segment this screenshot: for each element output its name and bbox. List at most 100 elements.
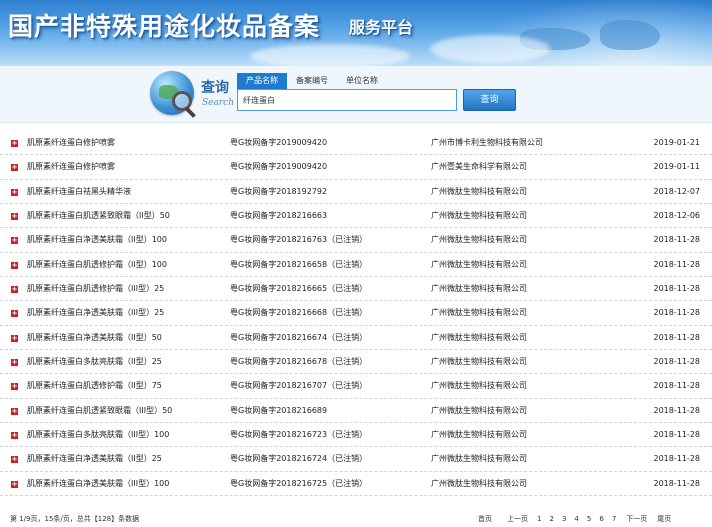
record-date: 2018-11-28	[653, 405, 701, 415]
first-page-link[interactable]: 首页	[478, 511, 492, 527]
record-date: 2018-11-28	[653, 478, 701, 488]
product-name-link[interactable]: 肌原素纤连蛋白修护喷雾	[27, 131, 115, 155]
company-name: 广州微肽生物科技有限公司	[431, 211, 527, 221]
table-row[interactable]: + 肌原素纤连蛋白净透美肤霜（III型）25 粤G妆网备字2018216668（已注…	[0, 301, 712, 326]
search-input[interactable]	[237, 89, 457, 111]
record-number: 粤G妆网备字2018216663	[230, 211, 328, 221]
table-row[interactable]: + 肌原素纤连蛋白祛黑头精华液 粤G妆网备字2018192792 广州微肽生物科技有限…	[0, 180, 712, 205]
pagination-info: 第 1/9页，15条/页，总共【128】条数据	[10, 515, 140, 523]
table-row[interactable]: + 肌原素纤连蛋白肌透紧致眼霜（III型）50 粤G妆网备字2018216689 广州…	[0, 399, 712, 424]
expand-plus-icon[interactable]: +	[11, 261, 18, 269]
table-row[interactable]: + 肌原素纤连蛋白修护喷雾 粤G妆网备字2019009420 广州市博卡利生物科技有限…	[0, 131, 712, 156]
record-number: 粤G妆网备字2019009420	[230, 162, 328, 172]
table-row[interactable]: + 肌原素纤连蛋白净透美肤霜（III型）100 粤G妆网备字2018216725（已…	[0, 472, 712, 497]
page-link-2[interactable]: 2	[549, 511, 553, 527]
product-name-link[interactable]: 肌原素纤连蛋白多肽亮肤霜（III型）100	[27, 423, 169, 447]
record-number: 粤G妆网备字2018216725（已注销）	[230, 478, 368, 488]
expand-plus-icon[interactable]: +	[11, 188, 18, 196]
record-date: 2019-01-11	[653, 162, 701, 172]
product-name-link[interactable]: 肌原素纤连蛋白净透美肤霜（II型）50	[27, 326, 162, 350]
record-date: 2019-01-21	[653, 138, 701, 147]
record-date: 2018-11-28	[653, 235, 701, 245]
product-name-link[interactable]: 肌原素纤连蛋白净透美肤霜（II型）25	[27, 447, 162, 471]
expand-plus-icon[interactable]: +	[11, 213, 18, 221]
table-row[interactable]: + 肌原素纤连蛋白净透美肤霜（II型）25 粤G妆网备字2018216724（已注销…	[0, 447, 712, 472]
expand-plus-icon[interactable]: +	[11, 432, 18, 440]
pager: 首页 上一页 1 2 3 4 5 6 7 下一页 尾页	[478, 511, 671, 527]
expand-plus-icon[interactable]: +	[11, 237, 18, 245]
cloud-decoration	[430, 35, 550, 63]
tab-product-name[interactable]: 产品名称	[237, 73, 287, 89]
expand-plus-icon[interactable]: +	[11, 310, 18, 318]
company-name: 广州微肽生物科技有限公司	[431, 284, 527, 294]
expand-plus-icon[interactable]: +	[11, 456, 18, 464]
record-date: 2018-11-28	[653, 259, 701, 269]
record-number: 粤G妆网备字2018216707（已注销）	[230, 381, 368, 391]
table-row[interactable]: + 肌原素纤连蛋白多肽亮肤霜（III型）100 粤G妆网备字2018216723（已…	[0, 423, 712, 448]
record-date: 2018-11-28	[653, 332, 701, 342]
prev-page-link[interactable]: 上一页	[507, 511, 528, 527]
search-tabs: 产品名称 备案编号 单位名称	[237, 73, 387, 89]
product-name-link[interactable]: 肌原素纤连蛋白净透美肤霜（III型）25	[27, 301, 164, 325]
product-name-link[interactable]: 肌原素纤连蛋白修护喷雾	[27, 155, 115, 179]
table-row[interactable]: + 肌原素纤连蛋白肌透紧致眼霜（II型）50 粤G妆网备字2018216663 广州微…	[0, 204, 712, 229]
product-name-link[interactable]: 肌原素纤连蛋白肌透修护霜（II型）100	[27, 253, 167, 277]
expand-plus-icon[interactable]: +	[11, 164, 18, 172]
product-name-link[interactable]: 肌原素纤连蛋白肌透紧致眼霜（III型）50	[27, 399, 172, 423]
company-name: 广州微肽生物科技有限公司	[431, 454, 527, 464]
company-name: 广州微肽生物科技有限公司	[431, 235, 527, 245]
expand-plus-icon[interactable]: +	[11, 383, 18, 391]
company-name: 广州微肽生物科技有限公司	[431, 186, 527, 196]
expand-plus-icon[interactable]: +	[11, 359, 18, 367]
page-link-1[interactable]: 1	[537, 511, 541, 527]
company-name: 广州微肽生物科技有限公司	[431, 259, 527, 269]
page-link-5[interactable]: 5	[587, 511, 591, 527]
record-number: 粤G妆网备字2018216658（已注销）	[230, 259, 368, 269]
expand-plus-icon[interactable]: +	[11, 286, 18, 294]
record-number: 粤G妆网备字2018216689	[230, 405, 328, 415]
product-name-link[interactable]: 肌原素纤连蛋白净透美肤霜（II型）100	[27, 228, 167, 252]
company-name: 广州微肽生物科技有限公司	[431, 332, 527, 342]
expand-plus-icon[interactable]: +	[11, 334, 18, 342]
cloud-decoration	[250, 44, 410, 66]
table-row[interactable]: + 肌原素纤连蛋白肌透修护霜（II型）100 粤G妆网备字2018216658（已注…	[0, 253, 712, 278]
product-name-link[interactable]: 肌原素纤连蛋白祛黑头精华液	[27, 180, 131, 204]
record-number: 粤G妆网备字2018216723（已注销）	[230, 430, 368, 440]
table-row[interactable]: + 肌原素纤连蛋白肌透修护霜（III型）25 粤G妆网备字2018216665（已注…	[0, 277, 712, 302]
search-button[interactable]: 查询	[463, 89, 516, 111]
company-name: 广州微肽生物科技有限公司	[431, 405, 527, 415]
table-row[interactable]: + 肌原素纤连蛋白净透美肤霜（II型）100 粤G妆网备字2018216763（已注…	[0, 228, 712, 253]
pagination-bar: 第 1/9页，15条/页，总共【128】条数据 首页 上一页 1 2 3 4 5…	[0, 511, 712, 527]
company-name: 广州微肽生物科技有限公司	[431, 308, 527, 318]
map-decoration	[600, 20, 660, 50]
page-link-6[interactable]: 6	[599, 511, 603, 527]
next-page-link[interactable]: 下一页	[626, 511, 647, 527]
record-date: 2018-12-06	[653, 211, 701, 221]
page-link-3[interactable]: 3	[562, 511, 566, 527]
product-name-link[interactable]: 肌原素纤连蛋白肌透紧致眼霜（II型）50	[27, 204, 170, 228]
product-name-link[interactable]: 肌原素纤连蛋白多肽亮肤霜（II型）25	[27, 350, 162, 374]
table-row[interactable]: + 肌原素纤连蛋白肌透修护霜（II型）75 粤G妆网备字2018216707（已注销…	[0, 374, 712, 399]
expand-plus-icon[interactable]: +	[11, 480, 18, 488]
table-row[interactable]: + 肌原素纤连蛋白修护喷雾 粤G妆网备字2019009420 广州壹美生命科学有限公司…	[0, 155, 712, 180]
tab-company-name[interactable]: 单位名称	[337, 73, 387, 89]
table-row[interactable]: + 肌原素纤连蛋白净透美肤霜（II型）50 粤G妆网备字2018216674（已注销…	[0, 326, 712, 351]
page-link-7[interactable]: 7	[612, 511, 616, 527]
company-name: 广州微肽生物科技有限公司	[431, 430, 527, 440]
logo-text: 查询	[201, 80, 229, 96]
site-title: 国产非特殊用途化妆品备案	[8, 12, 321, 41]
expand-plus-icon[interactable]: +	[11, 140, 18, 147]
product-name-link[interactable]: 肌原素纤连蛋白肌透修护霜（II型）75	[27, 374, 162, 398]
company-name: 广州微肽生物科技有限公司	[431, 357, 527, 367]
tab-record-number[interactable]: 备案编号	[287, 73, 337, 89]
record-number: 粤G妆网备字2018192792	[230, 186, 328, 196]
record-number: 粤G妆网备字2018216678（已注销）	[230, 357, 368, 367]
last-page-link[interactable]: 尾页	[657, 511, 671, 527]
product-name-link[interactable]: 肌原素纤连蛋白肌透修护霜（III型）25	[27, 277, 164, 301]
page-link-4[interactable]: 4	[574, 511, 578, 527]
results-list: + 肌原素纤连蛋白修护喷雾 粤G妆网备字2019009420 广州市博卡利生物科技有限…	[0, 131, 712, 497]
record-number: 粤G妆网备字2018216674（已注销）	[230, 332, 368, 342]
product-name-link[interactable]: 肌原素纤连蛋白净透美肤霜（III型）100	[27, 472, 169, 496]
expand-plus-icon[interactable]: +	[11, 407, 18, 415]
table-row[interactable]: + 肌原素纤连蛋白多肽亮肤霜（II型）25 粤G妆网备字2018216678（已注销…	[0, 350, 712, 375]
